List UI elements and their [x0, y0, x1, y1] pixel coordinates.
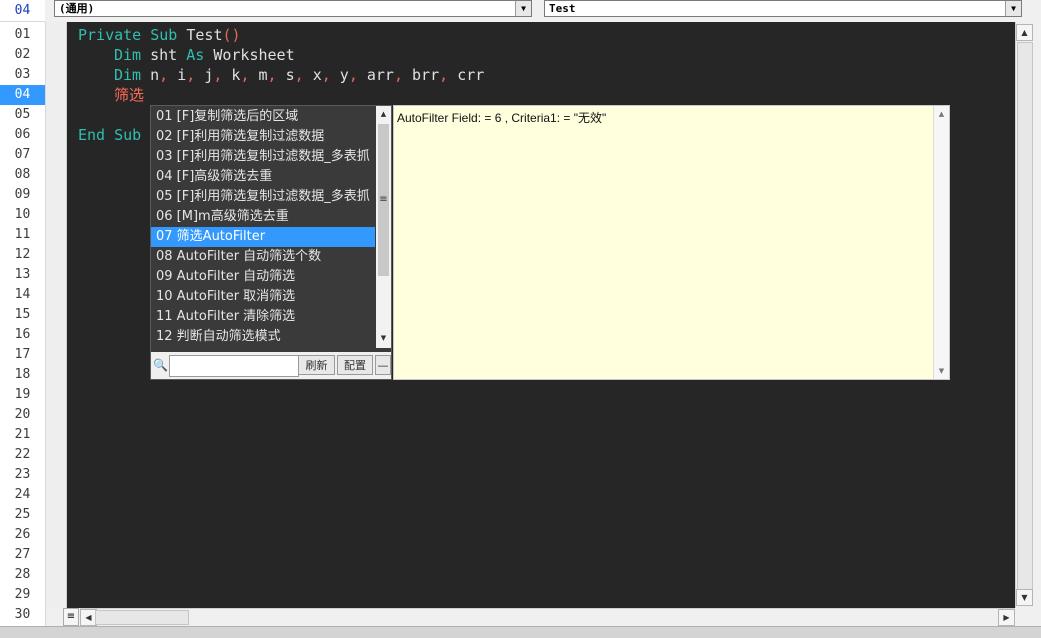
line-number-gutter: 01 02 03 04 05 06 07 08 09 10 11 12 13 14 15 16 17 18 19 20… — [0, 22, 46, 628]
variable-name: m — [258, 66, 268, 84]
refresh-button[interactable]: 刷新 — [298, 355, 335, 375]
chevron-down-icon[interactable]: ▼ — [1005, 1, 1021, 16]
snippet-preview-text: AutoFilter Field: = 6 , Criteria1: = "无效… — [397, 111, 607, 125]
snippet-list-item[interactable]: 03 [F]利用筛选复制过滤数据_多表抓 — [151, 147, 375, 167]
scroll-up-icon[interactable]: ▲ — [376, 108, 391, 120]
line-number: 28 — [14, 567, 31, 582]
line-number: 24 — [14, 487, 31, 502]
line-number: 13 — [14, 267, 31, 282]
variable-name: s — [285, 66, 295, 84]
variable-name: n — [150, 66, 160, 84]
line-number: 09 — [14, 187, 31, 202]
snippet-list-item[interactable]: 05 [F]利用筛选复制过滤数据_多表抓 — [151, 187, 375, 207]
snippet-list-item[interactable]: 06 [M]m高级筛选去重 — [151, 207, 375, 227]
object-combo-value: (通用) — [59, 2, 95, 15]
chevron-down-icon[interactable]: ▼ — [515, 1, 531, 16]
variable-name: crr — [457, 66, 485, 84]
code-line-4: 筛选 — [114, 85, 144, 105]
snippet-list-item[interactable]: 08 AutoFilter 自动筛选个数 — [151, 247, 375, 267]
line-number: 22 — [14, 447, 31, 462]
procedure-view-icon[interactable]: ≡ — [63, 608, 79, 626]
popup-scrollbar[interactable]: ▲ ≡ ▼ — [376, 106, 391, 348]
variable-name: brr — [412, 66, 440, 84]
snippet-list-item[interactable]: 09 AutoFilter 自动筛选 — [151, 267, 375, 287]
line-number: 25 — [14, 507, 31, 522]
snippet-list-item[interactable]: 01 [F]复制筛选后的区域 — [151, 107, 375, 127]
line-number: 11 — [14, 227, 31, 242]
procedure-combo[interactable]: Test ▼ — [544, 0, 1022, 17]
line-number: 15 — [14, 307, 31, 322]
popup-footer: 🔍 刷新 配置 — — [151, 352, 391, 379]
code-line-1: Private Sub Test() — [78, 26, 241, 44]
snippet-list-item[interactable]: 12 判断自动筛选模式 — [151, 327, 375, 347]
code-line-3: Dim n, i, j, k, m, s, x, y, arr, brr, cr… — [114, 66, 485, 84]
line-number: 07 — [14, 147, 31, 162]
line-number: 30 — [14, 607, 31, 622]
snippet-list-item[interactable]: 10 AutoFilter 取消筛选 — [151, 287, 375, 307]
line-number: 01 — [14, 27, 31, 42]
line-number: 06 — [14, 127, 31, 142]
object-combo[interactable]: (通用) ▼ — [54, 0, 532, 17]
scroll-right-icon[interactable]: ▶ — [998, 609, 1015, 626]
line-number: 04 — [0, 85, 45, 105]
current-line-indicator: 04 — [0, 0, 45, 22]
scroll-down-icon[interactable]: ▼ — [1016, 589, 1033, 606]
editor-horizontal-scrollbar[interactable]: ◀ ▶ — [80, 608, 1015, 626]
line-number: 10 — [14, 207, 31, 222]
line-number: 14 — [14, 287, 31, 302]
line-number: 05 — [14, 107, 31, 122]
variable-name: x — [312, 66, 322, 84]
line-number: 12 — [14, 247, 31, 262]
editor-vertical-scrollbar[interactable]: ▲ ▼ — [1015, 22, 1033, 608]
line-number: 27 — [14, 547, 31, 562]
scroll-up-icon[interactable]: ▲ — [934, 108, 949, 120]
line-number: 17 — [14, 347, 31, 362]
snippet-list-item[interactable]: 07 筛选AutoFilter — [151, 227, 375, 247]
procedure-combo-value: Test — [549, 2, 576, 15]
snippet-search-input[interactable] — [169, 355, 299, 377]
status-strip — [0, 626, 1041, 638]
line-number: 08 — [14, 167, 31, 182]
line-number: 18 — [14, 367, 31, 382]
snippet-list-item[interactable]: 04 [F]高级筛选去重 — [151, 167, 375, 187]
line-number: 02 — [14, 47, 31, 62]
snippet-list-item[interactable]: 02 [F]利用筛选复制过滤数据 — [151, 127, 375, 147]
config-button[interactable]: 配置 — [337, 355, 373, 375]
line-number: 26 — [14, 527, 31, 542]
line-number: 03 — [14, 67, 31, 82]
line-number: 29 — [14, 587, 31, 602]
variable-name: i — [177, 66, 187, 84]
collapse-button[interactable]: — — [375, 355, 391, 375]
margin-indicator-bar[interactable] — [46, 22, 67, 608]
preview-scrollbar[interactable]: ▲ ▼ — [933, 106, 949, 379]
line-number: 19 — [14, 387, 31, 402]
search-icon: 🔍 — [153, 358, 168, 372]
line-number: 16 — [14, 327, 31, 342]
vertical-scroll-thumb[interactable] — [1017, 42, 1033, 596]
variable-name: arr — [366, 66, 394, 84]
line-number: 20 — [14, 407, 31, 422]
horizontal-scroll-thumb[interactable] — [95, 610, 189, 625]
scroll-up-icon[interactable]: ▲ — [1016, 24, 1033, 41]
variable-name: y — [339, 66, 349, 84]
line-number: 21 — [14, 427, 31, 442]
snippet-preview-panel: AutoFilter Field: = 6 , Criteria1: = "无效… — [393, 105, 950, 380]
snippet-popup: 01 [F]复制筛选后的区域 02 [F]利用筛选复制过滤数据 03 [F]利用筛选… — [150, 105, 392, 380]
snippet-list-item[interactable]: 11 AutoFilter 清除筛选 — [151, 307, 375, 327]
code-line-6: End Sub — [78, 126, 142, 144]
typed-text: 筛选 — [114, 86, 145, 104]
variable-name: j — [204, 66, 214, 84]
scroll-down-icon[interactable]: ▼ — [376, 332, 391, 344]
grip-icon: ≡ — [379, 194, 388, 205]
line-number: 23 — [14, 467, 31, 482]
scroll-down-icon[interactable]: ▼ — [934, 365, 949, 377]
code-line-2: Dim sht As Worksheet — [114, 46, 295, 64]
